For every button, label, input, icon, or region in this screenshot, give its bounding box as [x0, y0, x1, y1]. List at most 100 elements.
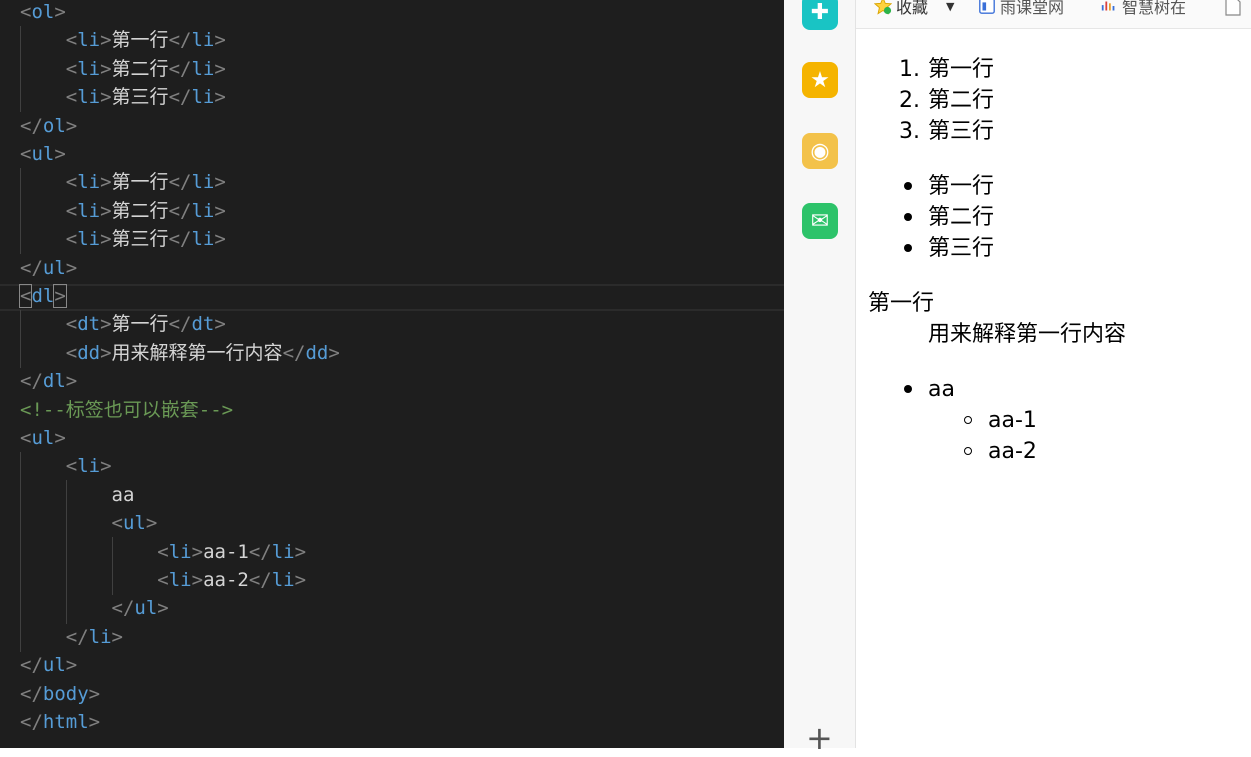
code-token: > [65, 114, 78, 137]
code-token: < [20, 29, 78, 52]
code-line[interactable]: </body> [20, 680, 100, 708]
code-token: 第一行 [111, 313, 169, 336]
bookmark-favorites[interactable]: 收藏 ▼ [874, 0, 954, 18]
bookmark-yuketang[interactable]: 雨课堂网 [978, 0, 1064, 18]
code-line[interactable]: <li>第一行</li> [20, 26, 226, 54]
code-token: 用来解释第一行内容 [111, 341, 283, 364]
code-line[interactable]: </ul> [20, 651, 77, 679]
code-token: 第三行 [111, 86, 169, 109]
code-line[interactable]: <dd>用来解释第一行内容</dd> [20, 339, 340, 367]
code-token: dt [77, 313, 101, 336]
code-token: li [77, 171, 101, 194]
code-line[interactable]: aa [20, 481, 135, 509]
weibo-icon[interactable]: ◉ [802, 133, 838, 169]
code-token: dl [31, 285, 55, 307]
browser-sidebar: ✚ ★ ◉ ✉ + [784, 0, 856, 754]
code-token: ul [122, 512, 146, 535]
code-line[interactable]: <li>第三行</li> [20, 83, 226, 111]
code-token: > [214, 228, 226, 251]
code-line[interactable]: <li> [20, 452, 112, 480]
code-line[interactable]: </ol> [20, 112, 77, 140]
code-line[interactable]: <li>aa-1</li> [20, 538, 306, 566]
code-token: </ [168, 29, 192, 52]
code-line[interactable]: <li>第三行</li> [20, 225, 226, 253]
code-line[interactable]: <li>第一行</li> [20, 168, 226, 196]
code-token: </ [20, 370, 43, 393]
add-icon[interactable]: + [806, 722, 833, 754]
code-token: </ [168, 57, 192, 80]
code-token: > [294, 569, 307, 591]
code-token: < [20, 540, 169, 563]
code-token: > [100, 341, 112, 364]
code-token: aa-2 [203, 569, 249, 591]
code-token: < [20, 427, 32, 449]
code-token: aa-1 [203, 540, 249, 563]
code-token: html [42, 711, 89, 733]
code-token: </ [20, 256, 43, 279]
code-token: > [100, 313, 112, 336]
code-token: </ [248, 569, 272, 591]
favorites-star-icon[interactable]: ★ [802, 62, 838, 98]
code-token: > [100, 86, 112, 109]
bullet-disc-icon [904, 213, 912, 221]
code-token: > [191, 540, 204, 563]
code-token: 第二行 [111, 57, 169, 80]
code-line[interactable]: <ol> [20, 0, 66, 26]
code-line[interactable]: <ul> [20, 509, 158, 537]
code-line[interactable]: <li>aa-2</li> [20, 566, 306, 594]
code-line[interactable]: <ul> [20, 424, 66, 452]
code-line[interactable]: <dt>第一行</dt> [20, 310, 226, 338]
ul-item: 第二行 [928, 205, 995, 230]
code-line[interactable]: </ul> [20, 254, 77, 282]
code-token: li [77, 199, 101, 222]
code-token: li [191, 228, 215, 251]
code-token: li [191, 86, 215, 109]
code-token: </ [20, 682, 43, 705]
code-token: < [20, 86, 78, 109]
ol-item: 第二行 [928, 88, 995, 113]
bars-icon [1101, 1, 1115, 11]
code-line[interactable]: <li>第二行</li> [20, 197, 226, 225]
code-token: < [20, 455, 78, 478]
code-token: li [168, 540, 192, 563]
code-token: > [214, 171, 226, 194]
star-add-icon [874, 0, 892, 15]
ol-item: 第一行 [928, 57, 995, 82]
code-token: ol [31, 1, 55, 23]
code-editor[interactable]: <ol> <li>第一行</li> <li>第二行</li> <li>第三行</… [0, 0, 784, 748]
code-line[interactable]: </dl> [20, 367, 77, 395]
code-token: < [20, 228, 78, 251]
bookmark-zhihuishu[interactable]: 智慧树在 [1100, 0, 1186, 18]
code-token: < [20, 171, 78, 194]
mail-icon[interactable]: ✉ [802, 203, 838, 239]
code-token: > [145, 512, 158, 535]
app-icon-teal[interactable]: ✚ [802, 0, 838, 30]
bookmarks-bar: 收藏 ▼ 雨课堂网 智慧树在 [856, 0, 1251, 29]
code-token: dt [191, 313, 215, 336]
code-line[interactable]: <dl> [18, 282, 67, 310]
dl-term: 第一行 [868, 291, 935, 316]
code-line[interactable]: <li>第二行</li> [20, 55, 226, 83]
code-line[interactable]: <!--标签也可以嵌套--> [20, 396, 233, 424]
bullet-disc-icon [904, 244, 912, 252]
code-token: li [271, 540, 295, 563]
bookmark-label: 智慧树在 [1122, 0, 1187, 17]
code-line[interactable]: </html> [20, 708, 100, 736]
code-token: </ [20, 597, 135, 620]
code-token: > [191, 569, 204, 591]
code-token: > [100, 29, 112, 52]
nested-child-item: aa-1 [988, 408, 1037, 433]
code-line[interactable]: </ul> [20, 594, 169, 622]
code-token: > [294, 540, 307, 563]
code-token: > [65, 370, 78, 393]
code-token: ul [31, 427, 55, 449]
code-token: > [65, 256, 78, 279]
code-token: 第一行 [111, 171, 169, 194]
ul-item: 第一行 [928, 174, 995, 199]
document-icon[interactable] [1224, 0, 1242, 16]
code-line[interactable]: <ul> [20, 140, 66, 168]
code-line[interactable]: </li> [20, 623, 123, 651]
dropdown-arrow-icon[interactable]: ▼ [946, 0, 954, 13]
code-token: li [271, 569, 295, 591]
code-token: > [100, 171, 112, 194]
